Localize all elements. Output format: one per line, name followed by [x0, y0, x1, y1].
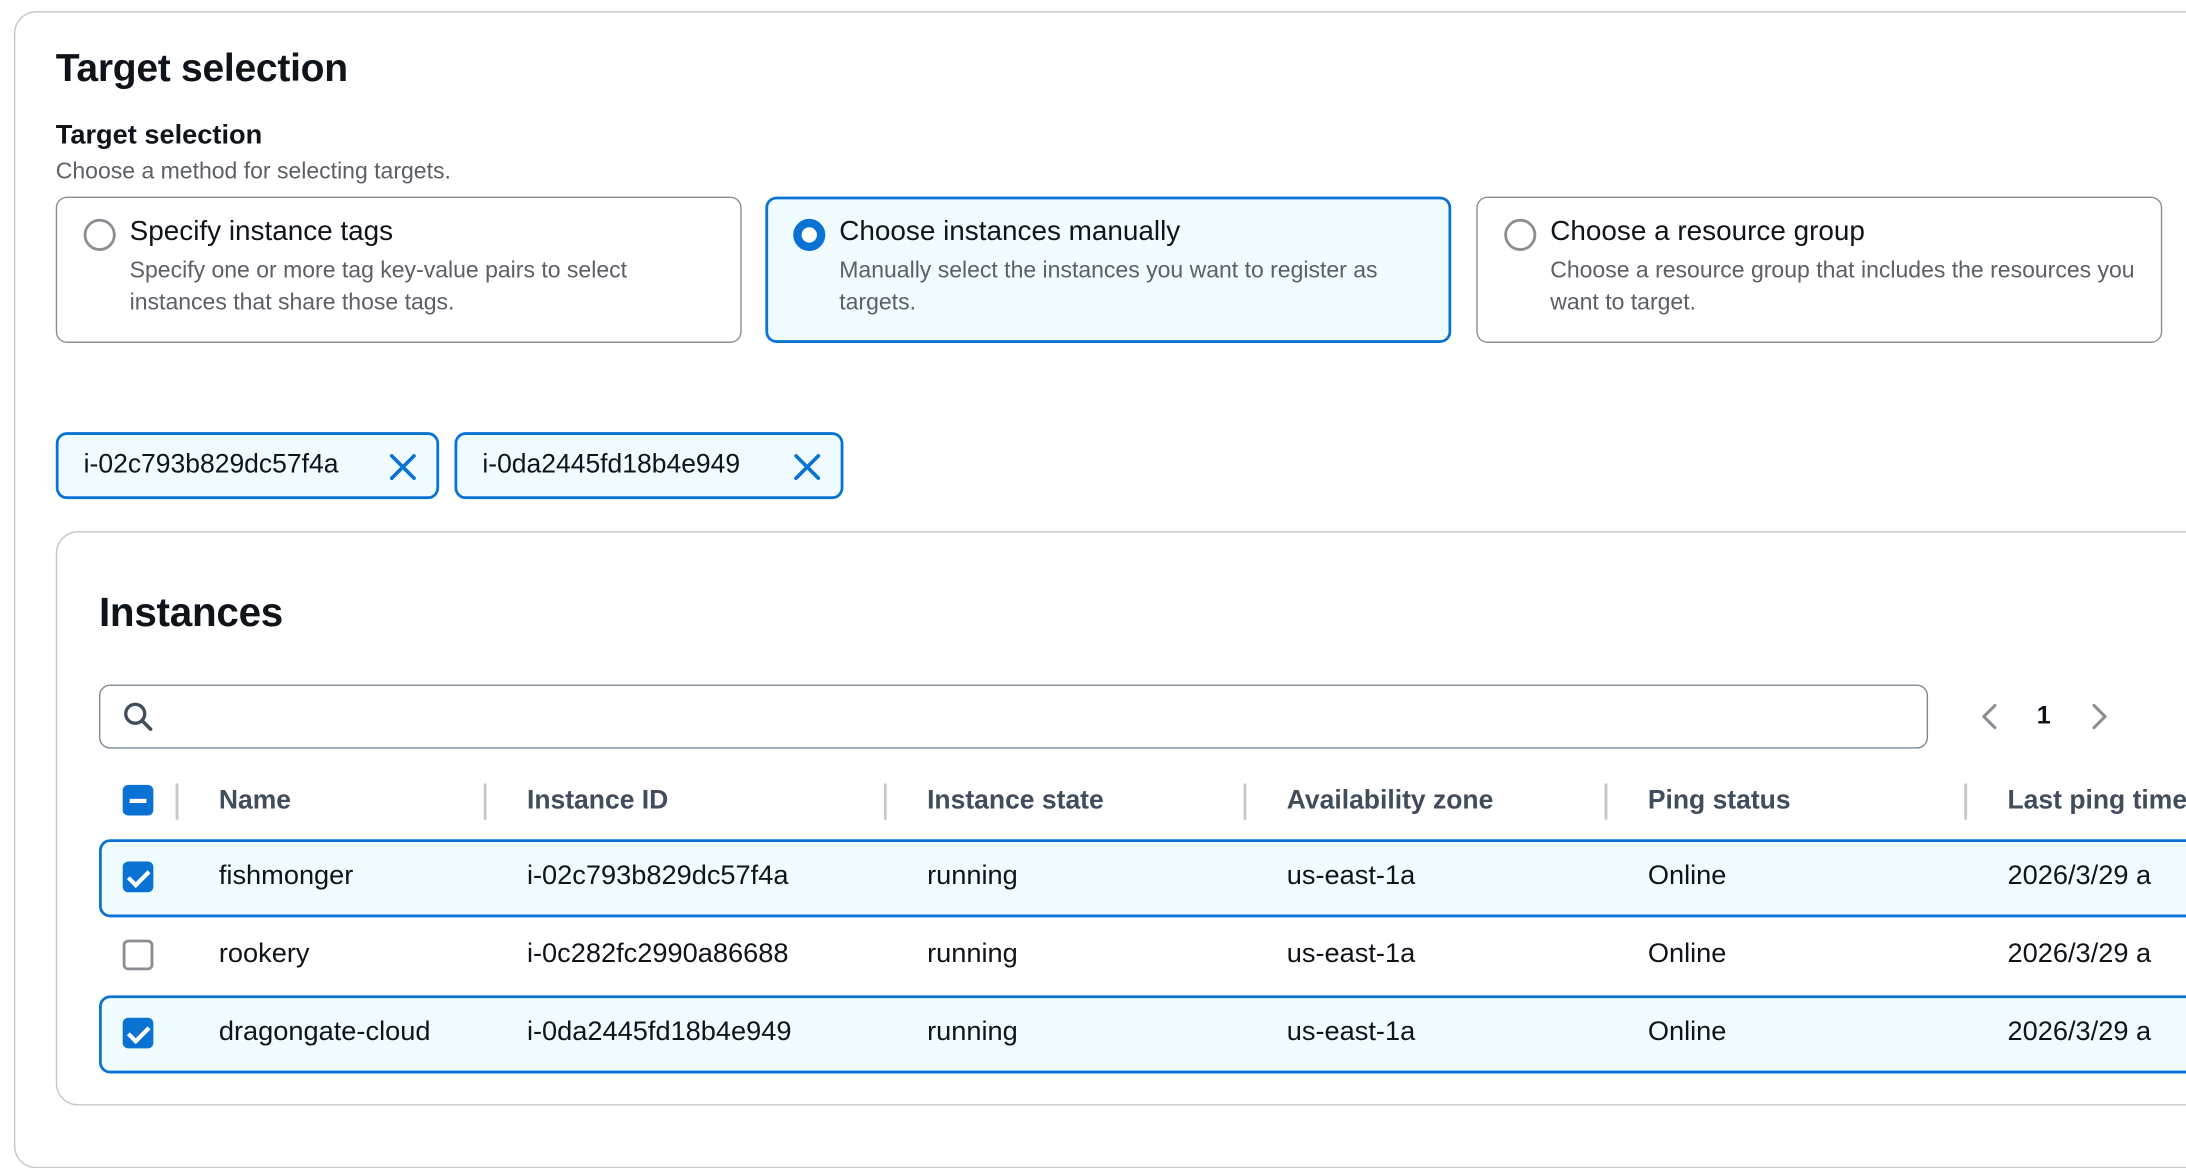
- option-title: Choose a resource group: [1550, 216, 1865, 247]
- option-description: Specify one or more tag key-value pairs …: [129, 257, 628, 316]
- cell-availability-zone: us-east-1a: [1286, 1016, 1416, 1047]
- search-icon: [124, 702, 153, 731]
- cell-instance-state: running: [927, 1016, 1018, 1047]
- field-label: Target selection: [55, 119, 263, 151]
- cell-instance-state: running: [927, 938, 1018, 969]
- column-header-instance-id[interactable]: Instance ID: [527, 786, 668, 817]
- chevron-left-icon[interactable]: [1978, 701, 2000, 732]
- radio-button[interactable]: [1504, 218, 1537, 251]
- cell-instance-id: i-0da2445fd18b4e949: [526, 1016, 792, 1047]
- column-header-availability-zone[interactable]: Availability zone: [1287, 786, 1494, 817]
- table-row[interactable]: fishmonger i-02c793b829dc57f4a running u…: [98, 839, 2186, 918]
- row-checkbox[interactable]: [122, 939, 154, 971]
- section-title: Target selection: [55, 46, 348, 90]
- column-header-instance-state[interactable]: Instance state: [927, 786, 1104, 817]
- cell-instance-state: running: [927, 860, 1018, 891]
- column-header-ping-status[interactable]: Ping status: [1648, 786, 1791, 817]
- table-header: Name Instance ID Instance state Availabi…: [99, 778, 2186, 828]
- token-selected-instance: i-02c793b829dc57f4a: [55, 432, 440, 500]
- row-checkbox[interactable]: [122, 1017, 154, 1049]
- cell-last-ping-time: 2026/3/29 a: [2007, 860, 2152, 891]
- option-description: Choose a resource group that includes th…: [1550, 257, 2135, 316]
- column-divider[interactable]: [1964, 783, 1968, 820]
- close-icon[interactable]: [388, 452, 419, 483]
- cell-name: rookery: [218, 938, 310, 969]
- cell-ping-status: Online: [1647, 860, 1727, 891]
- table-row[interactable]: dragongate-cloud i-0da2445fd18b4e949 run…: [98, 995, 2186, 1074]
- option-title: Choose instances manually: [839, 216, 1181, 247]
- cell-availability-zone: us-east-1a: [1286, 938, 1416, 969]
- instances-title: Instances: [98, 591, 284, 636]
- select-all-checkbox[interactable]: [122, 784, 154, 816]
- cell-ping-status: Online: [1647, 1016, 1727, 1047]
- token-label: i-02c793b829dc57f4a: [83, 450, 339, 480]
- cell-ping-status: Online: [1647, 938, 1727, 969]
- cell-last-ping-time: 2026/3/29 a: [2007, 1016, 2152, 1047]
- token-label: i-0da2445fd18b4e949: [482, 450, 741, 480]
- column-divider[interactable]: [1604, 783, 1608, 820]
- column-header-name[interactable]: Name: [219, 786, 291, 817]
- column-header-last-ping-time[interactable]: Last ping time: [2008, 786, 2186, 817]
- cell-last-ping-time: 2026/3/29 a: [2007, 938, 2152, 969]
- option-title: Specify instance tags: [129, 216, 394, 247]
- row-checkbox[interactable]: [122, 861, 154, 893]
- cell-availability-zone: us-east-1a: [1286, 860, 1416, 891]
- radio-button[interactable]: [83, 218, 116, 251]
- field-description: Choose a method for selecting targets.: [55, 158, 451, 185]
- cell-instance-id: i-02c793b829dc57f4a: [526, 860, 789, 891]
- column-divider[interactable]: [483, 783, 487, 820]
- option-description: Manually select the instances you want t…: [839, 257, 1378, 316]
- cell-instance-id: i-0c282fc2990a86688: [526, 938, 789, 969]
- option-choose-resource-group[interactable]: Choose a resource group Choose a resourc…: [1476, 196, 2163, 343]
- page-number[interactable]: 1: [2024, 701, 2063, 730]
- option-specify-instance-tags[interactable]: Specify instance tags Specify one or mor…: [55, 196, 742, 343]
- option-choose-instances-manually[interactable]: Choose instances manually Manually selec…: [765, 196, 1452, 343]
- table-row[interactable]: rookery i-0c282fc2990a86688 running us-e…: [99, 917, 2186, 995]
- instances-panel: Instances 1 Name Instance ID Instance st…: [55, 531, 2186, 1106]
- column-divider[interactable]: [1243, 783, 1247, 820]
- column-divider[interactable]: [883, 783, 887, 820]
- radio-button-selected[interactable]: [793, 218, 826, 251]
- cell-name: fishmonger: [218, 860, 354, 891]
- search-input[interactable]: [170, 694, 1899, 739]
- cell-name: dragongate-cloud: [218, 1016, 431, 1047]
- column-divider[interactable]: [175, 783, 179, 820]
- close-icon[interactable]: [792, 452, 823, 483]
- search-box[interactable]: [98, 684, 1929, 749]
- token-selected-instance: i-0da2445fd18b4e949: [454, 432, 844, 500]
- chevron-right-icon[interactable]: [2088, 701, 2110, 732]
